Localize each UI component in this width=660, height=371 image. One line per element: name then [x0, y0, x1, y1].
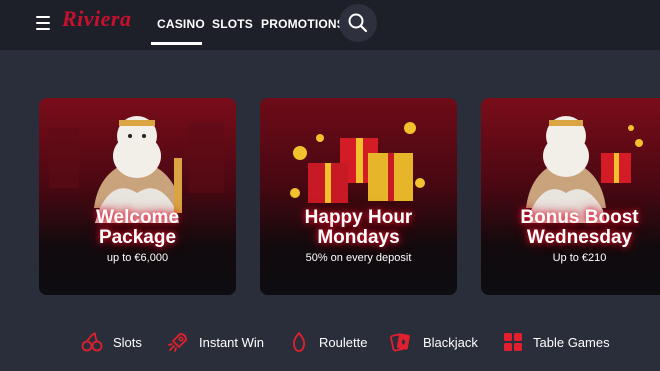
category-instant-win[interactable]: Instant Win — [167, 330, 264, 354]
hamburger-menu-icon[interactable] — [36, 16, 50, 30]
promo-card-welcome[interactable]: Welcome Package up to €6,000 — [39, 98, 236, 295]
promo-title-line1: Happy Hour — [304, 207, 413, 228]
promo-card-bonus-boost[interactable]: Bonus Boost Wednesday Up to €210 — [481, 98, 660, 295]
category-label: Table Games — [533, 334, 610, 350]
nav-active-indicator — [151, 42, 202, 45]
flame-icon — [292, 332, 306, 352]
promo-title-line1: Bonus Boost — [520, 207, 639, 228]
category-blackjack[interactable]: Blackjack — [389, 330, 478, 354]
nav-slots[interactable]: SLOTS — [212, 17, 253, 31]
category-label: Roulette — [319, 334, 368, 350]
category-label: Slots — [113, 334, 142, 350]
grid-icon — [504, 333, 522, 351]
nav-promotions[interactable]: PROMOTIONS — [261, 17, 345, 31]
promo-title-line2: Wednesday — [526, 227, 633, 248]
category-label: Instant Win — [199, 334, 265, 350]
promo-title-line1: Welcome — [95, 207, 180, 228]
zeus-illustration — [39, 98, 236, 295]
promo-title-line2: Mondays — [317, 227, 400, 248]
nav-casino[interactable]: CASINO — [157, 17, 205, 31]
zeus-gift-illustration — [481, 98, 660, 295]
top-bar: Riviera CASINO SLOTS PROMOTIONS — [0, 0, 660, 50]
category-slots[interactable]: Slots — [81, 330, 142, 354]
search-icon — [348, 13, 368, 33]
search-button[interactable] — [339, 4, 377, 42]
rocket-icon — [168, 333, 187, 352]
riviera-logo[interactable]: Riviera — [62, 6, 132, 32]
promo-subtitle: Up to €210 — [552, 252, 607, 264]
cherries-icon — [81, 332, 103, 352]
promo-title-line2: Package — [98, 227, 177, 248]
gift-boxes-illustration — [260, 98, 457, 295]
promo-subtitle: up to €6,000 — [106, 252, 169, 264]
cards-icon — [390, 333, 410, 352]
category-label: Blackjack — [423, 334, 478, 350]
category-table-games[interactable]: Table Games — [503, 330, 610, 354]
category-roulette[interactable]: Roulette — [289, 330, 367, 354]
promo-subtitle: 50% on every deposit — [305, 252, 412, 264]
promo-card-happy-hour[interactable]: Happy Hour Mondays 50% on every deposit — [260, 98, 457, 295]
